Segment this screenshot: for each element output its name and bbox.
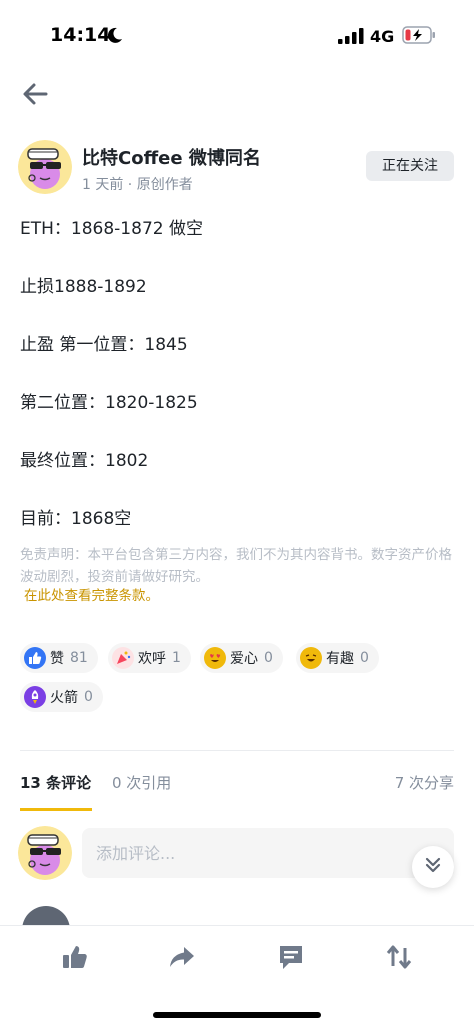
comment-icon [278, 944, 304, 974]
thumbs-up-icon [24, 647, 46, 669]
laughing-face-icon [300, 647, 322, 669]
like-button[interactable] [55, 944, 95, 974]
rocket-icon [24, 686, 46, 708]
user-avatar [18, 826, 72, 880]
post-line: 止盈 第一位置：1845 [20, 335, 188, 355]
author-avatar[interactable] [18, 140, 72, 194]
reaction-like-button[interactable]: 赞 81 [20, 643, 98, 673]
network-label: 4G [370, 27, 395, 46]
post-line: 目前：1868空 [20, 509, 132, 529]
status-bar: 14:14 4G [0, 0, 474, 70]
reaction-count: 0 [360, 650, 369, 666]
repost-icon [386, 944, 412, 974]
reaction-funny-button[interactable]: 有趣 0 [296, 643, 379, 673]
reaction-count: 0 [84, 689, 93, 705]
signal-icon [338, 28, 364, 48]
reaction-label: 赞 [50, 651, 64, 667]
post-line: ETH：1868-1872 做空 [20, 219, 203, 239]
follow-button[interactable]: 正在关注 [366, 151, 454, 181]
active-tab-indicator [20, 808, 92, 811]
like-icon [62, 945, 88, 973]
comment-button[interactable] [271, 944, 311, 974]
tab-shares[interactable]: 7 次分享 [395, 772, 454, 793]
reaction-cheer-button[interactable]: 欢呼 1 [108, 643, 191, 673]
moon-icon [106, 26, 124, 44]
reaction-label: 有趣 [326, 651, 354, 667]
back-button[interactable] [20, 80, 52, 108]
heart-eyes-icon [204, 647, 226, 669]
bottom-action-bar [0, 925, 474, 1028]
reaction-label: 欢呼 [138, 651, 166, 667]
reaction-label: 爱心 [230, 651, 258, 667]
party-popper-icon [112, 647, 134, 669]
reaction-count: 81 [70, 650, 88, 666]
reaction-love-button[interactable]: 爱心 0 [200, 643, 283, 673]
terms-link[interactable]: 在此处查看完整条款。 [24, 584, 159, 604]
home-indicator [153, 1012, 321, 1018]
reaction-count: 1 [172, 650, 181, 666]
tab-comments[interactable]: 13 条评论 [20, 772, 91, 793]
reaction-label: 火箭 [50, 690, 78, 706]
share-button[interactable] [162, 944, 202, 974]
reaction-rocket-button[interactable]: 火箭 0 [20, 682, 103, 712]
scroll-to-bottom-button[interactable] [412, 846, 454, 888]
disclaimer-text: 免责声明：本平台包含第三方内容，我们不为其内容背书。数字资产价格波动剧烈，投资前… [20, 547, 452, 585]
double-chevron-down-icon [424, 856, 442, 878]
post-line: 最终位置：1802 [20, 451, 149, 471]
post-line: 第二位置：1820-1825 [20, 393, 198, 413]
status-time: 14:14 [50, 24, 111, 46]
post-line: 止损1888-1892 [20, 277, 147, 297]
post-meta: 1 天前 · 原创作者 [82, 177, 193, 193]
repost-button[interactable] [379, 944, 419, 974]
author-name[interactable]: 比特Coffee 微博同名 [82, 144, 261, 170]
share-icon [169, 946, 195, 972]
section-divider [20, 750, 454, 751]
reaction-count: 0 [264, 650, 273, 666]
comment-input[interactable] [82, 828, 454, 878]
tab-quotes[interactable]: 0 次引用 [112, 772, 171, 793]
battery-charging-icon [402, 26, 436, 48]
